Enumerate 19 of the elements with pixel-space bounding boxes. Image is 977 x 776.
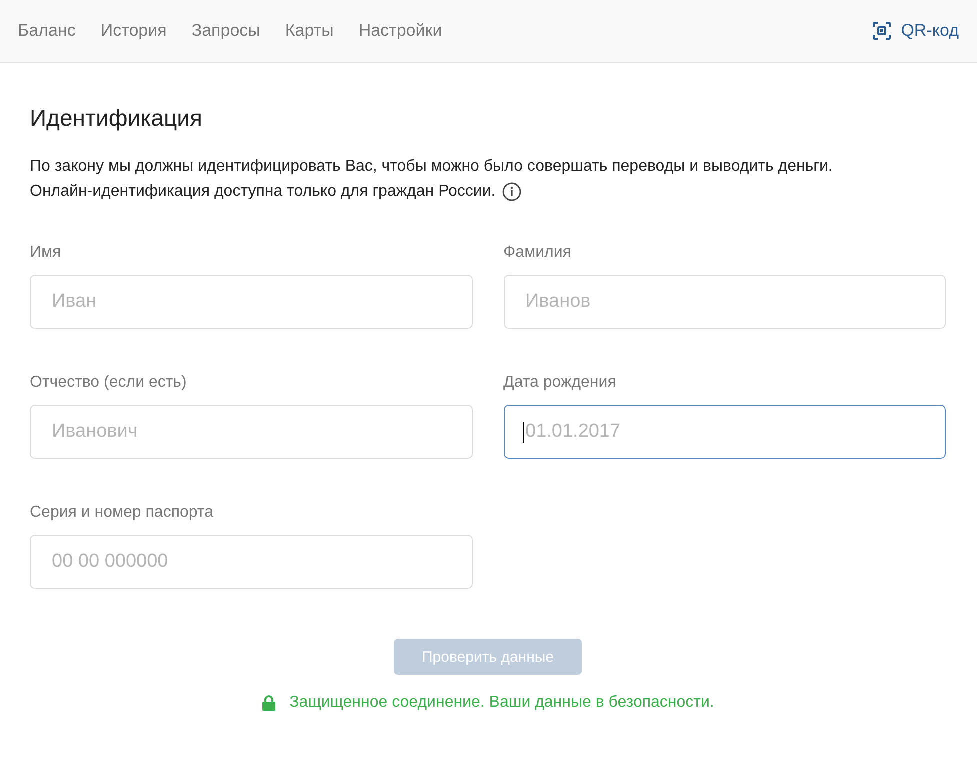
page-title: Идентификация — [30, 105, 204, 132]
field-label: Фамилия — [504, 243, 572, 263]
info-icon[interactable] — [502, 182, 522, 202]
nav-link[interactable]: История — [100, 21, 167, 41]
input-field[interactable]: 01.01.2017 — [504, 405, 946, 459]
qr-link[interactable]: QR-код — [872, 21, 959, 41]
lock-icon — [262, 695, 276, 711]
nav-link[interactable]: Настройки — [358, 21, 442, 41]
description-text: По закону мы должны идентифицировать Вас, чтобы можно было совершать переводы и выводить деньги. — [30, 157, 834, 177]
nav-link[interactable]: Карты — [285, 21, 334, 41]
field-label: Дата рождения — [504, 373, 618, 393]
field-label: Имя — [30, 243, 62, 263]
nav-link[interactable]: Баланс — [18, 21, 76, 41]
qr-scan-icon — [872, 21, 892, 41]
secure-connection-text: Защищенное соединение. Ваши данные в безопасности. — [290, 694, 714, 712]
field-label: Серия и номер паспорта — [30, 503, 214, 523]
nav-link[interactable]: Запросы — [192, 21, 260, 41]
field-label: Отчество (если есть) — [30, 373, 188, 393]
description-text: Онлайн-идентификация доступна только для граждан России. — [30, 182, 496, 202]
